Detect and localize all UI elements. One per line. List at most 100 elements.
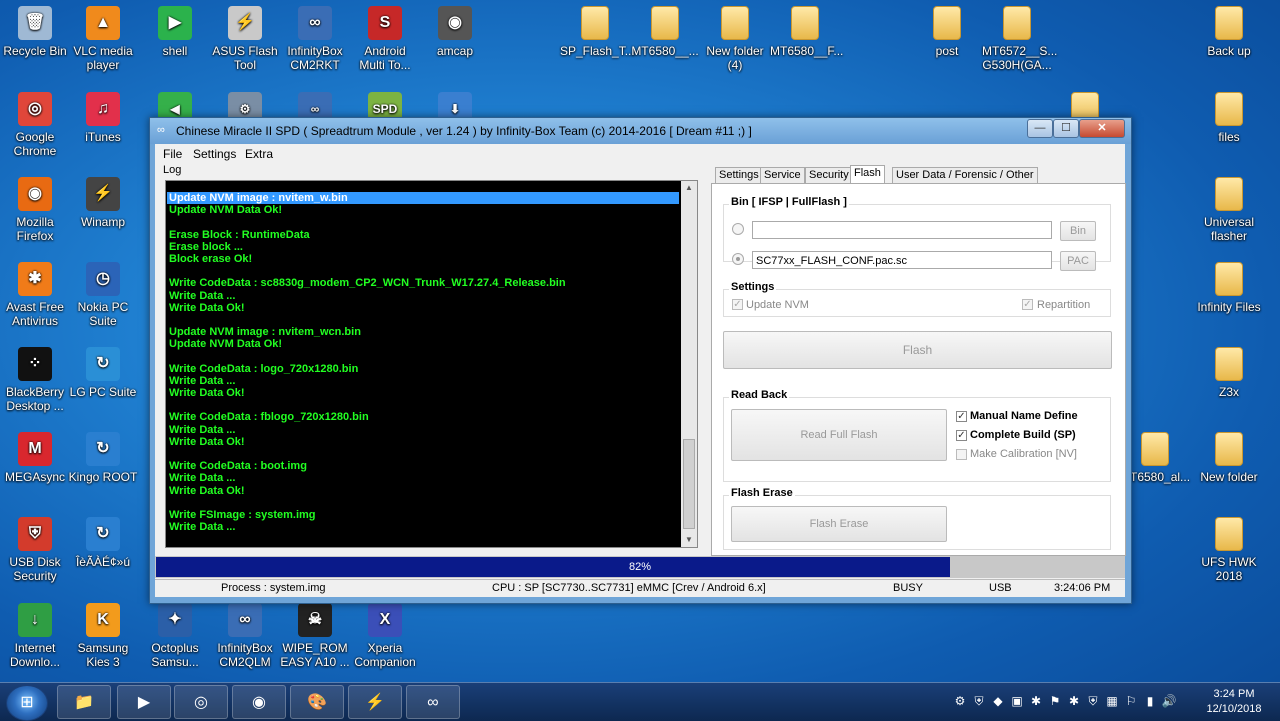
taskbar-winamp-icon[interactable]: ⚡ bbox=[348, 685, 402, 719]
desktop-icon[interactable]: MT6580__... bbox=[630, 6, 700, 58]
repartition-checkbox[interactable]: ✓ bbox=[1022, 299, 1033, 310]
desktop-icon[interactable]: UFS HWK 2018 bbox=[1194, 517, 1264, 583]
flash-button[interactable]: Flash bbox=[723, 331, 1112, 369]
tray-icon[interactable]: ⚙ bbox=[952, 693, 968, 709]
flash-erase-button[interactable]: Flash Erase bbox=[731, 506, 947, 542]
desktop-icon-label: MT6580__F... bbox=[770, 44, 844, 58]
tab-security[interactable]: Security bbox=[805, 167, 853, 184]
desktop-icon[interactable]: 🗑 Recycle Bin bbox=[0, 6, 70, 58]
tray-icon[interactable]: ⛨ bbox=[971, 693, 987, 709]
tray-icon[interactable]: ✱ bbox=[1066, 693, 1082, 709]
log-line: Update NVM Data Ok! bbox=[169, 204, 283, 217]
tray-icon[interactable]: ▦ bbox=[1104, 693, 1120, 709]
menu-extra[interactable]: Extra bbox=[245, 147, 273, 161]
progress-label: 82% bbox=[628, 561, 652, 573]
desktop-icon[interactable]: ↓ Internet Downlo... bbox=[0, 603, 70, 669]
maximize-button[interactable]: ☐ bbox=[1053, 119, 1079, 138]
make-calibration-checkbox[interactable] bbox=[956, 449, 967, 460]
desktop-icon[interactable]: Infinity Files bbox=[1194, 262, 1264, 314]
desktop-icon[interactable]: post bbox=[912, 6, 982, 58]
read-full-flash-button[interactable]: Read Full Flash bbox=[731, 409, 947, 461]
desktop-icon[interactable]: ◎ Google Chrome bbox=[0, 92, 70, 158]
desktop-icon[interactable]: Universal flasher bbox=[1194, 177, 1264, 243]
taskbar-spd-icon[interactable]: ∞ bbox=[406, 685, 460, 719]
desktop-icon[interactable]: X Xperia Companion bbox=[350, 603, 420, 669]
desktop-icon[interactable]: ⚡ ASUS Flash Tool bbox=[210, 6, 280, 72]
desktop-icon[interactable]: ◷ Nokia PC Suite bbox=[68, 262, 138, 328]
tray-icon[interactable]: ⚐ bbox=[1123, 693, 1139, 709]
pac-radio[interactable] bbox=[732, 253, 744, 265]
menu-settings[interactable]: Settings bbox=[193, 147, 236, 161]
desktop-icon[interactable]: Back up bbox=[1194, 6, 1264, 58]
bin-radio[interactable] bbox=[732, 223, 744, 235]
desktop-icon[interactable]: ◉ amcap bbox=[420, 6, 490, 58]
desktop-icon-label: ASUS Flash Tool bbox=[212, 44, 278, 72]
desktop-icon[interactable]: M MEGAsync bbox=[0, 432, 70, 484]
desktop-icon[interactable]: New folder (4) bbox=[700, 6, 770, 72]
bin-path-field[interactable] bbox=[752, 221, 1052, 239]
manual-name-checkbox[interactable]: ✓ bbox=[956, 411, 967, 422]
tray-icon[interactable]: 🔊 bbox=[1161, 693, 1177, 709]
desktop-icon[interactable]: ♫ iTunes bbox=[68, 92, 138, 144]
desktop-icon[interactable]: New folder bbox=[1194, 432, 1264, 484]
taskbar-firefox-icon[interactable]: ◉ bbox=[232, 685, 286, 719]
tab-user-data[interactable]: User Data / Forensic / Other bbox=[892, 167, 1038, 184]
bin-button[interactable]: Bin bbox=[1060, 221, 1096, 241]
start-button[interactable]: ⊞ bbox=[6, 685, 48, 721]
menu-file[interactable]: File bbox=[163, 147, 182, 161]
desktop-icon[interactable]: ✦ Octoplus Samsu... bbox=[140, 603, 210, 669]
tray-icon[interactable]: ⚑ bbox=[1047, 693, 1063, 709]
desktop-icon[interactable]: files bbox=[1194, 92, 1264, 144]
desktop-icon[interactable]: SP_Flash_T... bbox=[560, 6, 635, 58]
desktop-icon[interactable]: ✱ Avast Free Antivirus bbox=[0, 262, 70, 328]
complete-build-checkbox[interactable]: ✓ bbox=[956, 430, 967, 441]
pac-path-field[interactable]: SC77xx_FLASH_CONF.pac.sc bbox=[752, 251, 1052, 269]
tray-icon[interactable]: ✱ bbox=[1028, 693, 1044, 709]
log-lines: Update NVM image : nvitem_w.bin Update NV… bbox=[167, 192, 679, 533]
taskbar-paint-icon[interactable]: 🎨 bbox=[290, 685, 344, 719]
clock[interactable]: 3:24 PM 12/10/2018 bbox=[1200, 687, 1268, 717]
desktop-icon[interactable]: MT6572__S... G530H(GA... bbox=[982, 6, 1057, 72]
tray-icon[interactable]: ◆ bbox=[990, 693, 1006, 709]
desktop-icon[interactable]: ↻ LG PC Suite bbox=[68, 347, 138, 399]
desktop-icon[interactable]: ▲ VLC media player bbox=[68, 6, 138, 72]
tab-service[interactable]: Service bbox=[760, 167, 805, 184]
desktop-icon[interactable]: ▶ shell bbox=[140, 6, 210, 58]
log-line: Write Data ... bbox=[169, 521, 236, 534]
scroll-up-icon[interactable]: ▲ bbox=[681, 181, 697, 195]
desktop-icon[interactable]: S Android Multi To... bbox=[350, 6, 420, 72]
pac-button[interactable]: PAC bbox=[1060, 251, 1096, 271]
close-button[interactable]: ✕ bbox=[1079, 119, 1125, 138]
tray-icon[interactable]: ▣ bbox=[1009, 693, 1025, 709]
folder-icon bbox=[1215, 517, 1243, 551]
log-panel[interactable]: Update NVM image : nvitem_w.bin Update NV… bbox=[165, 180, 698, 548]
desktop-icon-label: InfinityBox CM2QLM bbox=[217, 641, 273, 669]
desktop-icon[interactable]: K Samsung Kies 3 bbox=[68, 603, 138, 669]
tray-icon[interactable]: ▮ bbox=[1142, 693, 1158, 709]
taskbar-chrome-icon[interactable]: ◎ bbox=[174, 685, 228, 719]
minimize-button[interactable]: — bbox=[1027, 119, 1053, 138]
scroll-thumb[interactable] bbox=[683, 439, 695, 529]
desktop-icon[interactable]: ⛨ USB Disk Security bbox=[0, 517, 70, 583]
taskbar-explorer-icon[interactable]: 📁 bbox=[57, 685, 111, 719]
desktop-icon[interactable]: ◉ Mozilla Firefox bbox=[0, 177, 70, 243]
app-shortcut-icon: ▲ bbox=[86, 6, 120, 40]
scroll-down-icon[interactable]: ▼ bbox=[681, 533, 697, 547]
desktop-icon[interactable]: ↻ ÎèÃÀÉ¢»ú bbox=[68, 517, 138, 569]
desktop-icon[interactable]: ∞ InfinityBox CM2QLM bbox=[210, 603, 280, 669]
desktop-icon[interactable]: ⁘ BlackBerry Desktop ... bbox=[0, 347, 70, 413]
tray-icon[interactable]: ⛨ bbox=[1085, 693, 1101, 709]
desktop-icon[interactable]: Z3x bbox=[1194, 347, 1264, 399]
desktop-icon[interactable]: ☠ WIPE_ROM EASY A10 ... bbox=[280, 603, 350, 669]
tab-flash[interactable]: Flash bbox=[850, 165, 885, 184]
tab-settings[interactable]: Settings bbox=[715, 167, 763, 184]
taskbar-media-player-icon[interactable]: ▶ bbox=[117, 685, 171, 719]
desktop-icon[interactable]: ⚡ Winamp bbox=[68, 177, 138, 229]
desktop-icon[interactable]: MT6580__F... bbox=[770, 6, 844, 58]
log-scrollbar[interactable]: ▲ ▼ bbox=[681, 181, 697, 547]
desktop-icon[interactable]: ↻ Kingo ROOT bbox=[68, 432, 138, 484]
desktop-icon[interactable]: ∞ InfinityBox CM2RKT bbox=[280, 6, 350, 72]
update-nvm-checkbox[interactable]: ✓ bbox=[732, 299, 743, 310]
title-bar[interactable]: ∞ Chinese Miracle II SPD ( Spreadtrum Mo… bbox=[150, 118, 1131, 144]
app-shortcut-icon: ↓ bbox=[18, 603, 52, 637]
